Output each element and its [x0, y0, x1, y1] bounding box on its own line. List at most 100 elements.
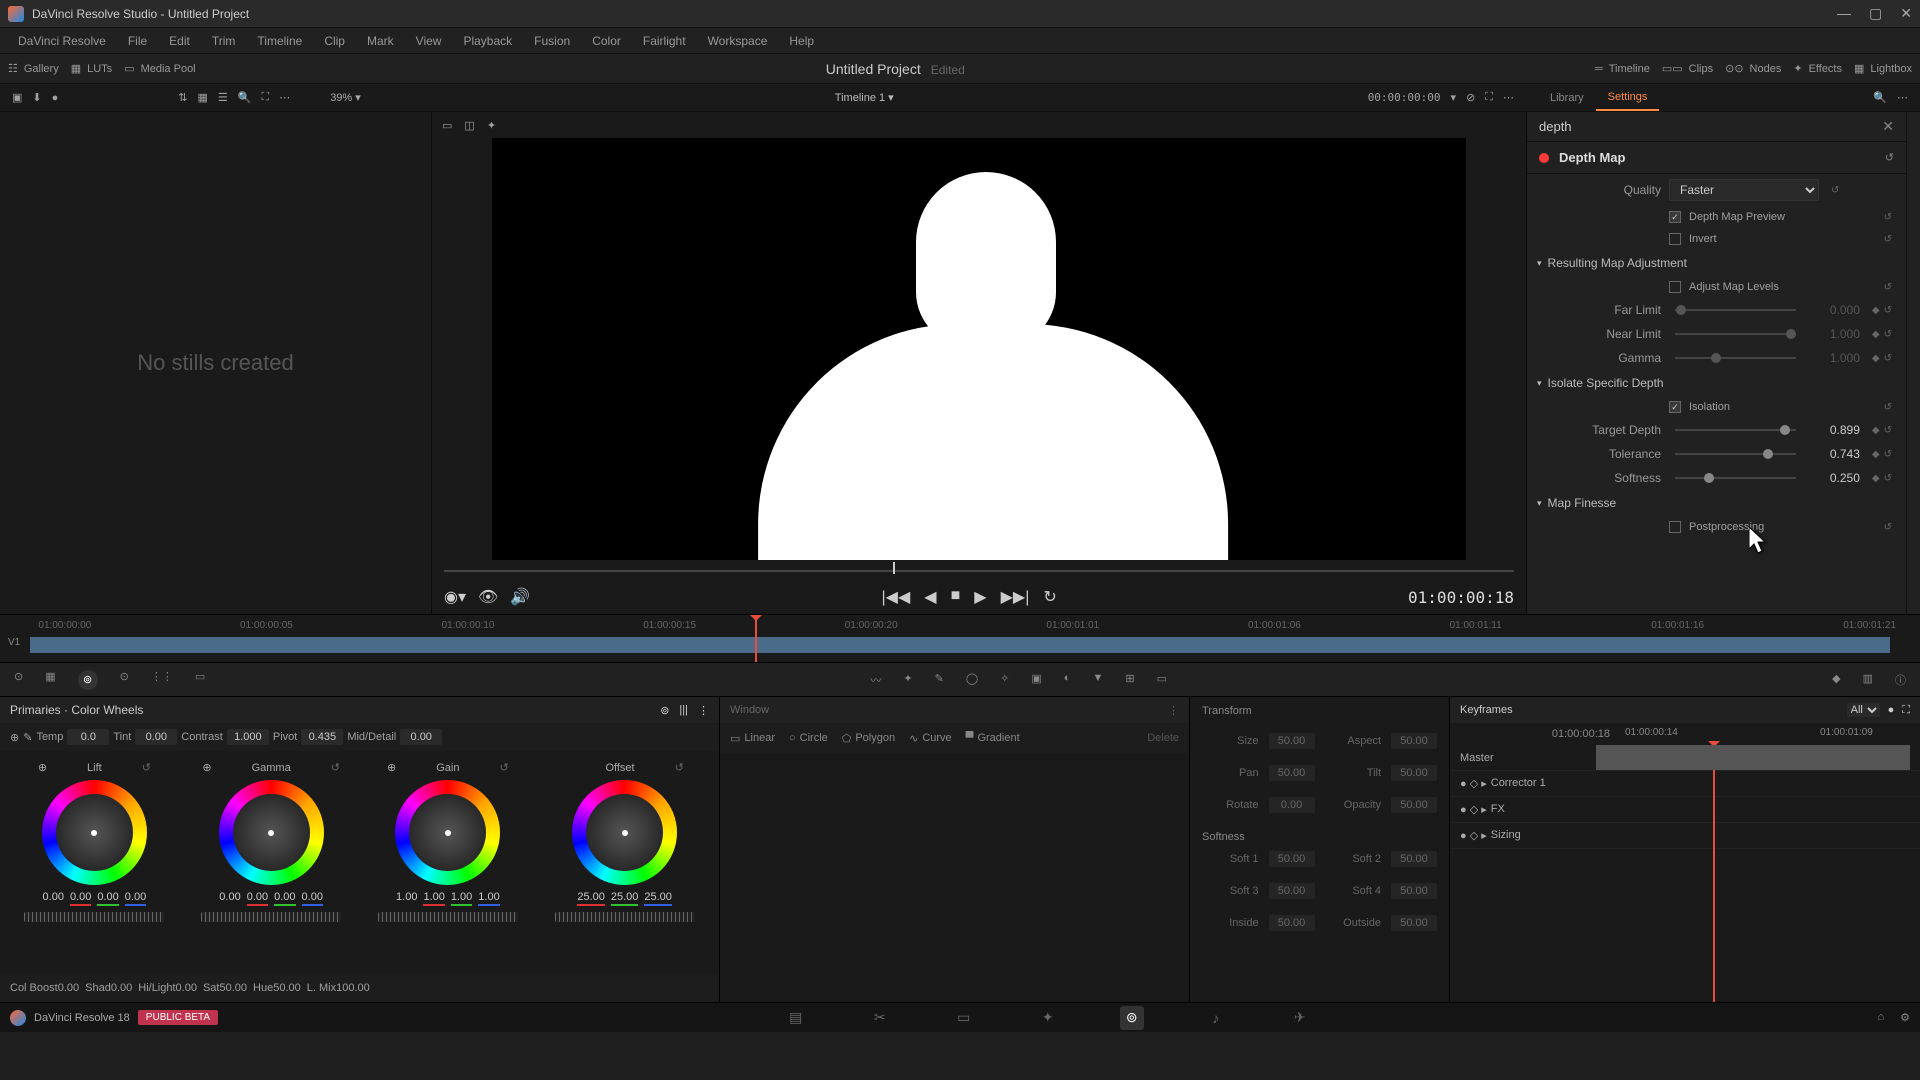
- reset-icon[interactable]: ↺: [675, 761, 684, 774]
- invert-checkbox[interactable]: [1669, 233, 1681, 245]
- picker-icon[interactable]: ⊕: [38, 761, 47, 774]
- menu-item[interactable]: Playback: [453, 30, 522, 52]
- gamma-slider[interactable]: [1675, 357, 1796, 359]
- more-icon[interactable]: ⋯: [279, 91, 290, 104]
- highlight-icon[interactable]: ✦: [487, 119, 496, 132]
- settings-more-icon[interactable]: ⋯: [1897, 91, 1908, 104]
- middetail-value[interactable]: 0.00: [400, 729, 442, 745]
- transport-timecode[interactable]: 01:00:00:18: [1408, 588, 1514, 607]
- qualifier-icon[interactable]: ✎: [935, 672, 944, 688]
- tab-library[interactable]: Library: [1538, 86, 1596, 110]
- window-icon[interactable]: ◯: [966, 672, 978, 688]
- gallery-toggle[interactable]: ☷ Gallery: [8, 62, 59, 75]
- clear-search-icon[interactable]: ✕: [1882, 118, 1894, 135]
- tracker-icon[interactable]: ✧: [1000, 672, 1009, 688]
- reset-icon[interactable]: ↺: [331, 761, 340, 774]
- delete-shape[interactable]: Delete: [1147, 732, 1179, 744]
- 3d-icon[interactable]: ▭: [1157, 672, 1167, 688]
- search-input[interactable]: [1539, 119, 1882, 134]
- menu-item[interactable]: Fusion: [524, 30, 580, 52]
- audio-icon[interactable]: 🔊: [510, 587, 530, 607]
- quality-select[interactable]: Faster: [1669, 179, 1819, 201]
- motion-icon[interactable]: ▭: [195, 670, 205, 690]
- effects-toggle[interactable]: ✦ Effects: [1793, 62, 1842, 75]
- prev-frame-button[interactable]: ◀: [924, 587, 936, 607]
- menu-item[interactable]: View: [406, 30, 452, 52]
- preview-checkbox[interactable]: ✓: [1669, 211, 1681, 223]
- picker-icon[interactable]: ⊕: [202, 761, 211, 774]
- menu-item[interactable]: Fairlight: [633, 30, 696, 52]
- reset-icon[interactable]: ↺: [1884, 234, 1892, 245]
- scopes-icon[interactable]: ▥: [1863, 672, 1873, 688]
- magic-mask-icon[interactable]: ▣: [1031, 672, 1041, 688]
- onion-icon[interactable]: ◉▾: [444, 587, 466, 607]
- gallery-view-icon[interactable]: ▣: [12, 91, 22, 104]
- gain-jog[interactable]: [378, 912, 518, 922]
- reset-icon[interactable]: ↺: [1884, 212, 1892, 223]
- picker-icon[interactable]: ⊕: [387, 761, 396, 774]
- keyframe-mode-icon[interactable]: ◆: [1832, 672, 1840, 688]
- reset-icon[interactable]: ↺: [500, 761, 509, 774]
- reset-icon[interactable]: ↺: [1884, 402, 1892, 413]
- info-icon[interactable]: ⓘ: [1895, 672, 1906, 688]
- tint-value[interactable]: 0.00: [135, 729, 177, 745]
- tolerance-slider[interactable]: [1675, 453, 1796, 455]
- curves-icon[interactable]: ⊙: [14, 670, 23, 690]
- menu-item[interactable]: File: [118, 30, 157, 52]
- menu-item[interactable]: Color: [582, 30, 631, 52]
- video-track[interactable]: [30, 637, 1890, 653]
- page-deliver[interactable]: ✈: [1288, 1006, 1312, 1030]
- reset-icon[interactable]: ↺: [142, 761, 151, 774]
- more-icon[interactable]: ⋯: [1503, 91, 1514, 104]
- list-view-icon[interactable]: ☰: [218, 91, 228, 104]
- contrast-value[interactable]: 1.000: [227, 729, 269, 745]
- home-icon[interactable]: ⌂: [1877, 1011, 1884, 1024]
- page-fairlight[interactable]: ♪: [1204, 1006, 1228, 1030]
- gain-wheel[interactable]: [395, 780, 500, 885]
- maximize-button[interactable]: ▢: [1869, 5, 1882, 22]
- section-header[interactable]: ▾Map Finesse: [1527, 490, 1906, 516]
- warper2-icon[interactable]: ✦: [903, 672, 912, 688]
- search-icon[interactable]: 🔍: [238, 91, 252, 104]
- timeline[interactable]: V1 01:00:00:00 01:00:00:05 01:00:00:10 0…: [0, 614, 1920, 662]
- menu-item[interactable]: Trim: [202, 30, 246, 52]
- shape-polygon[interactable]: ⬠ Polygon: [842, 732, 895, 745]
- reset-icon[interactable]: ↺: [1831, 185, 1839, 196]
- clips-toggle[interactable]: ▭▭ Clips: [1662, 62, 1713, 75]
- menu-item[interactable]: Edit: [159, 30, 200, 52]
- target-depth-slider[interactable]: [1675, 429, 1796, 431]
- loop-button[interactable]: ↻: [1043, 587, 1056, 607]
- pivot-value[interactable]: 0.435: [301, 729, 343, 745]
- lift-wheel[interactable]: [42, 780, 147, 885]
- timeline-toggle[interactable]: ═ Timeline: [1595, 63, 1650, 75]
- softness-slider[interactable]: [1675, 477, 1796, 479]
- curves2-icon[interactable]: 〰: [870, 672, 881, 688]
- far-limit-slider[interactable]: [1675, 309, 1796, 311]
- reset-icon[interactable]: ↺: [1884, 282, 1892, 293]
- keyframe-filter[interactable]: All: [1847, 703, 1880, 717]
- minimize-button[interactable]: —: [1837, 5, 1851, 22]
- dot-icon[interactable]: ●: [52, 92, 59, 104]
- page-edit[interactable]: ▭: [952, 1006, 976, 1030]
- nodes-toggle[interactable]: ⊙⊙ Nodes: [1725, 62, 1781, 75]
- playhead[interactable]: [755, 615, 757, 662]
- page-media[interactable]: ▤: [784, 1006, 808, 1030]
- isolation-checkbox[interactable]: ✓: [1669, 401, 1681, 413]
- temp-value[interactable]: 0.0: [67, 729, 109, 745]
- sort-icon[interactable]: ⇅: [178, 91, 187, 104]
- unmute-icon[interactable]: 👁: [478, 587, 498, 607]
- hdr-icon[interactable]: ⊙: [120, 670, 129, 690]
- fullscreen-icon[interactable]: ⛶: [1485, 91, 1493, 104]
- menu-item[interactable]: DaVinci Resolve: [8, 30, 116, 52]
- mediapool-toggle[interactable]: ▭ Media Pool: [124, 62, 195, 75]
- timeline-name[interactable]: Timeline 1 ▾: [361, 91, 1368, 104]
- first-frame-button[interactable]: |◀◀: [882, 587, 911, 607]
- page-fusion[interactable]: ✦: [1036, 1006, 1060, 1030]
- postprocessing-checkbox[interactable]: [1669, 521, 1681, 533]
- menu-item[interactable]: Mark: [357, 30, 404, 52]
- close-button[interactable]: ✕: [1900, 5, 1912, 22]
- section-header[interactable]: ▾Resulting Map Adjustment: [1527, 250, 1906, 276]
- shape-curve[interactable]: ∿ Curve: [909, 732, 952, 745]
- project-settings-icon[interactable]: ⚙: [1900, 1011, 1910, 1024]
- adjust-levels-checkbox[interactable]: [1669, 281, 1681, 293]
